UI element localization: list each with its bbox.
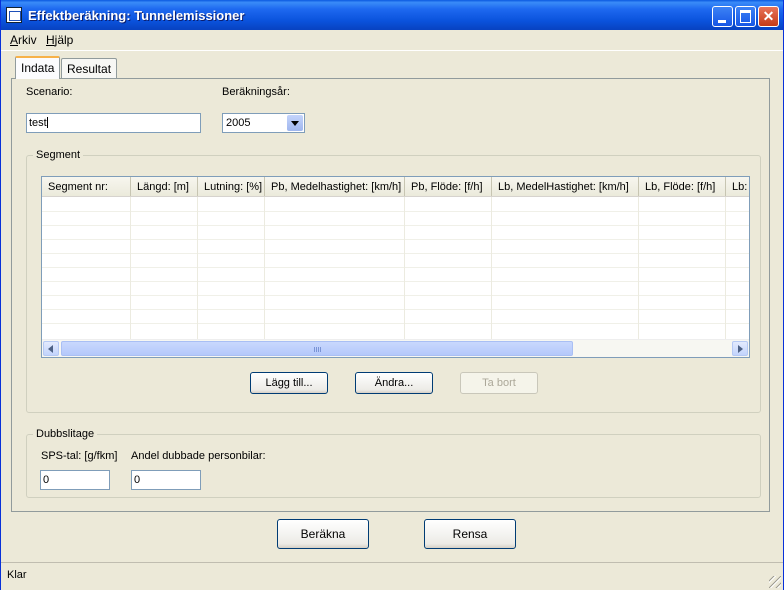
column-header[interactable]: Pb, Medelhastighet: [km/h]	[265, 177, 405, 196]
calculate-button[interactable]: Beräkna	[277, 519, 369, 549]
app-window: Effektberäkning: Tunnelemissioner ✕ Arki…	[0, 0, 784, 590]
column-header[interactable]: Längd: [m]	[131, 177, 198, 196]
row-line	[42, 253, 749, 254]
column-header[interactable]: Segment nr:	[42, 177, 131, 196]
status-text: Klar	[7, 569, 27, 581]
close-button[interactable]: ✕	[758, 6, 779, 27]
title-bar[interactable]: Effektberäkning: Tunnelemissioner ✕	[1, 0, 783, 30]
year-value: 2005	[226, 117, 251, 129]
scenario-label: Scenario:	[26, 86, 73, 98]
table-body[interactable]	[42, 197, 749, 339]
clear-button[interactable]: Rensa	[424, 519, 516, 549]
add-segment-button[interactable]: Lägg till...	[250, 372, 328, 394]
col-line	[264, 197, 265, 339]
row-line	[42, 309, 749, 310]
window-title: Effektberäkning: Tunnelemissioner	[28, 8, 245, 23]
scroll-right-icon[interactable]	[732, 341, 748, 356]
menu-bar: Arkiv Hjälp	[1, 30, 783, 51]
menu-arkiv-accel: A	[10, 33, 19, 47]
col-line	[491, 197, 492, 339]
horizontal-scrollbar[interactable]	[42, 339, 749, 357]
year-label: Beräkningsår:	[222, 86, 290, 98]
col-line	[638, 197, 639, 339]
column-header[interactable]: Lutning: [%]	[198, 177, 265, 196]
scenario-value: test	[29, 117, 47, 129]
col-line	[725, 197, 726, 339]
tab-resultat[interactable]: Resultat	[61, 58, 118, 78]
scenario-input[interactable]: test	[26, 113, 201, 133]
column-header[interactable]: Lb:	[726, 177, 749, 196]
sps-label: SPS-tal: [g/fkm]	[41, 450, 118, 462]
menu-hjalp[interactable]: Hjälp	[46, 33, 73, 47]
menu-hjalp-label: jälp	[54, 33, 74, 47]
edit-segment-button[interactable]: Ändra...	[355, 372, 433, 394]
menu-hjalp-accel: H	[46, 33, 55, 47]
col-line	[197, 197, 198, 339]
row-line	[42, 281, 749, 282]
menu-arkiv[interactable]: Arkiv	[10, 33, 37, 47]
minimize-button[interactable]	[712, 6, 733, 27]
column-header[interactable]: Lb, Flöde: [f/h]	[639, 177, 726, 196]
col-line	[404, 197, 405, 339]
row-line	[42, 323, 749, 324]
menu-arkiv-label: rkiv	[18, 33, 37, 47]
tab-indata[interactable]: Indata	[15, 56, 61, 79]
sps-input[interactable]: 0	[40, 470, 110, 490]
row-line	[42, 225, 749, 226]
delete-segment-button[interactable]: Ta bort	[460, 372, 538, 394]
row-line	[42, 267, 749, 268]
scroll-thumb[interactable]	[61, 341, 573, 356]
column-header[interactable]: Lb, MedelHastighet: [km/h]	[492, 177, 639, 196]
maximize-button[interactable]	[735, 6, 756, 27]
chevron-down-icon[interactable]	[287, 115, 303, 131]
year-select[interactable]: 2005	[222, 113, 305, 133]
segment-group-title: Segment	[33, 149, 84, 161]
status-bar: Klar	[1, 562, 783, 590]
segment-table[interactable]: Segment nr: Längd: [m] Lutning: [%] Pb, …	[41, 176, 750, 358]
app-icon[interactable]	[6, 7, 22, 23]
column-header[interactable]: Pb, Flöde: [f/h]	[405, 177, 492, 196]
andel-input[interactable]: 0	[131, 470, 201, 490]
resize-grip-icon[interactable]	[769, 576, 781, 588]
text-caret	[46, 117, 48, 128]
dubbslitage-group-title: Dubbslitage	[33, 428, 98, 440]
row-line	[42, 211, 749, 212]
row-line	[42, 295, 749, 296]
andel-label: Andel dubbade personbilar:	[131, 450, 266, 462]
close-icon: ✕	[762, 8, 775, 24]
row-line	[42, 239, 749, 240]
col-line	[130, 197, 131, 339]
table-header: Segment nr: Längd: [m] Lutning: [%] Pb, …	[42, 177, 749, 197]
scroll-left-icon[interactable]	[43, 341, 59, 356]
